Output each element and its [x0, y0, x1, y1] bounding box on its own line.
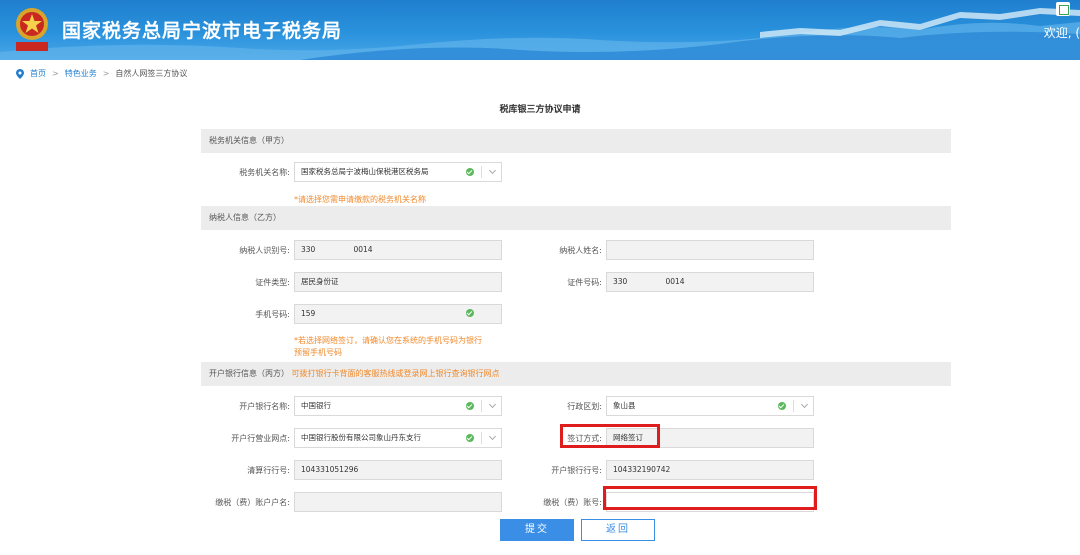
- taxpayer-name-field: [606, 240, 814, 260]
- bank-name-label: 开户银行名称:: [239, 402, 290, 411]
- submit-button[interactable]: 提交: [500, 519, 574, 541]
- check-valid-icon: [778, 402, 786, 410]
- cert-type-field: 居民身份证: [294, 272, 502, 292]
- taxpayer-name-label: 纳税人姓名:: [559, 246, 602, 255]
- site-title: 国家税务总局宁波市电子税务局: [62, 20, 343, 42]
- divider: [481, 166, 482, 178]
- account-no-highlight: [603, 486, 817, 510]
- cert-no-field: 330 0014: [606, 272, 814, 292]
- location-pin-icon: [16, 68, 24, 79]
- phone-label: 手机号码:: [255, 310, 290, 319]
- section-bank: 开户银行信息（丙方） 可拨打银行卡背面的客服热线或登录网上银行查询银行网点: [201, 362, 951, 386]
- section-title: 税务机关信息（甲方）: [209, 136, 289, 145]
- account-name-field: [294, 492, 502, 512]
- taxpayer-id-field: 330 0014: [294, 240, 502, 260]
- cert-type-value: 居民身份证: [301, 277, 339, 286]
- check-valid-icon: [466, 168, 474, 176]
- divider: [793, 400, 794, 412]
- clearing-bank-no-label: 清算行行号:: [247, 466, 290, 475]
- check-valid-icon: [466, 309, 474, 317]
- breadcrumb: 首页 > 特色业务 > 自然人网签三方协议: [16, 68, 187, 79]
- district-label: 行政区划:: [567, 402, 602, 411]
- clearing-bank-no-value: 104331051296: [301, 465, 359, 474]
- section-title: 开户银行信息（丙方）: [209, 369, 289, 378]
- breadcrumb-section[interactable]: 特色业务: [65, 68, 97, 79]
- header-banner: 国家税务总局宁波市电子税务局 欢迎, (: [0, 0, 1080, 60]
- section-tax-authority: 税务机关信息（甲方）: [201, 129, 951, 153]
- section-taxpayer: 纳税人信息（乙方）: [201, 206, 951, 230]
- tax-authority-hint: *请选择您需申请缴款的税务机关名称: [294, 195, 426, 204]
- breadcrumb-home[interactable]: 首页: [30, 68, 46, 79]
- tax-emblem-logo: [12, 4, 52, 54]
- breadcrumb-separator: >: [52, 69, 59, 78]
- section-bank-note: 可拨打银行卡背面的客服热线或登录网上银行查询银行网点: [291, 369, 500, 378]
- cert-type-label: 证件类型:: [255, 278, 290, 287]
- bank-no-field: 104332190742: [606, 460, 814, 480]
- branch-value: 中国银行股份有限公司象山丹东支行: [301, 433, 421, 442]
- tax-authority-label: 税务机关名称:: [239, 168, 290, 177]
- check-valid-icon: [466, 434, 474, 442]
- document-icon[interactable]: [1056, 2, 1070, 16]
- account-name-label: 缴税（费）账户户名:: [215, 498, 290, 507]
- sign-method-highlight: [560, 424, 660, 448]
- taxpayer-id-value: 330 0014: [301, 245, 373, 254]
- phone-value: 159: [301, 309, 316, 318]
- branch-label: 开户行营业网点:: [231, 434, 290, 443]
- check-valid-icon: [466, 402, 474, 410]
- welcome-text: 欢迎, (: [1043, 26, 1080, 40]
- district-value: 象山县: [613, 401, 636, 410]
- divider: [481, 432, 482, 444]
- taxpayer-id-label: 纳税人识别号:: [239, 246, 290, 255]
- breadcrumb-separator: >: [102, 69, 110, 78]
- bank-name-value: 中国银行: [301, 401, 331, 410]
- back-button[interactable]: 返回: [581, 519, 655, 541]
- bank-no-label: 开户银行行号:: [551, 466, 602, 475]
- cert-no-value: 330 0014: [613, 277, 685, 286]
- bank-no-value: 104332190742: [613, 465, 671, 474]
- phone-hint-line2: 预留手机号码: [294, 348, 342, 357]
- account-no-label: 缴税（费）账号:: [543, 498, 602, 507]
- phone-hint-line1: *若选择网络签订，请确认您在系统的手机号码为银行: [294, 336, 482, 345]
- clearing-bank-no-field: 104331051296: [294, 460, 502, 480]
- cert-no-label: 证件号码:: [567, 278, 602, 287]
- form-title: 税库银三方协议申请: [499, 105, 581, 115]
- divider: [481, 400, 482, 412]
- tax-authority-value: 国家税务总局宁波梅山保税港区税务局: [301, 167, 429, 176]
- section-title: 纳税人信息（乙方）: [209, 213, 281, 222]
- breadcrumb-current: 自然人网签三方协议: [115, 69, 188, 78]
